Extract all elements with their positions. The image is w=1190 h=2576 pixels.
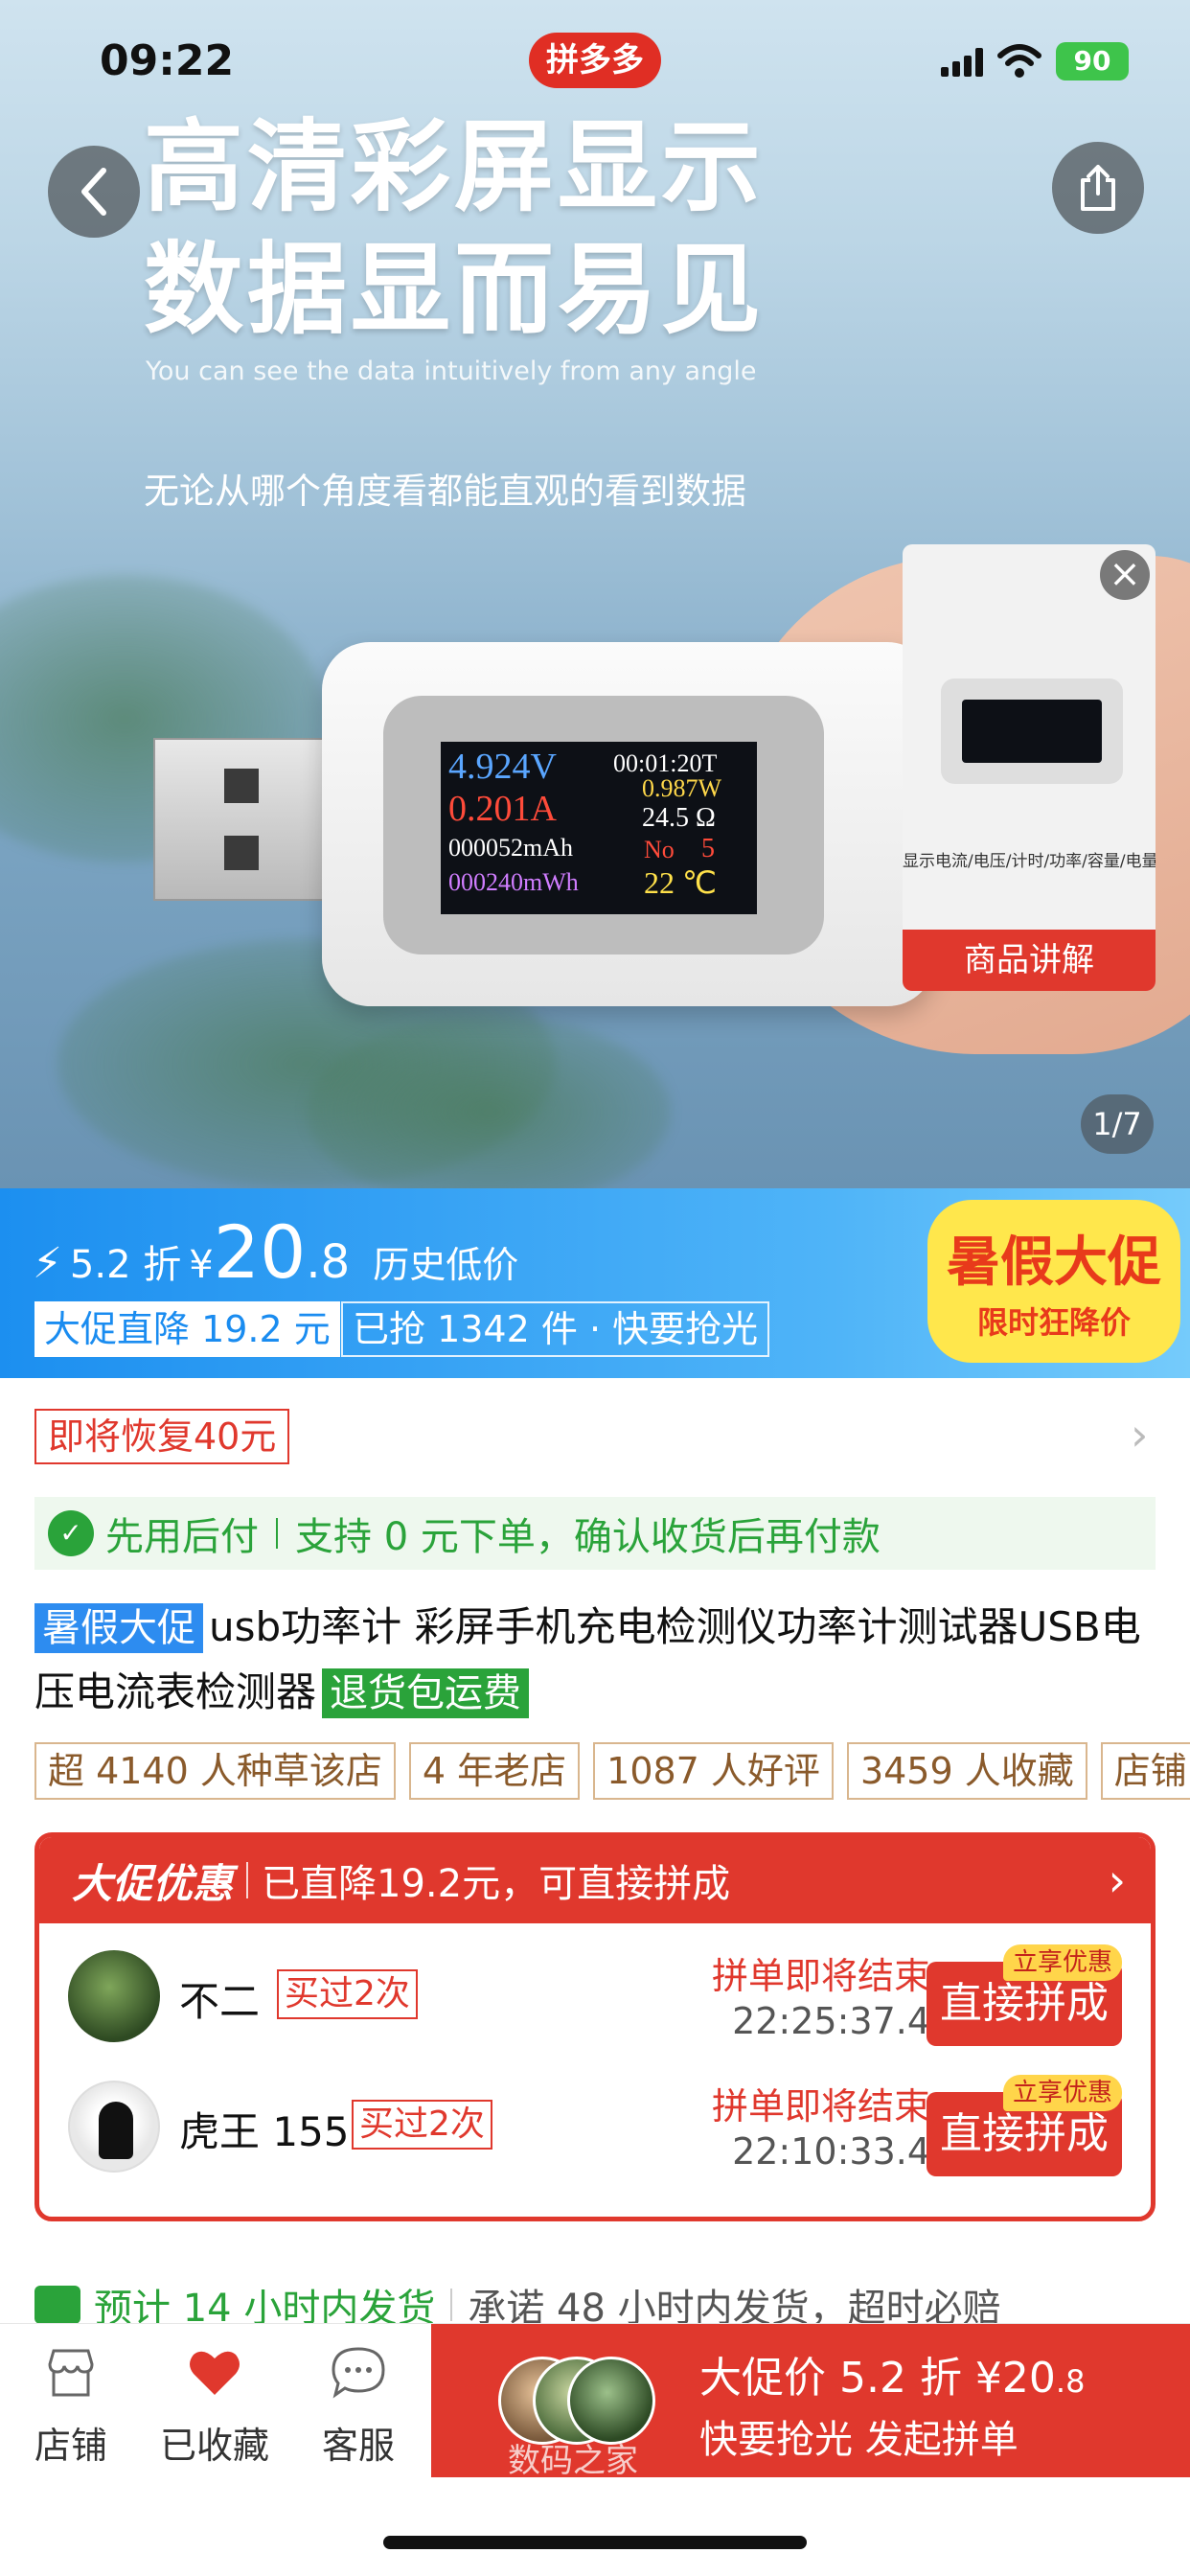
group-status: 拼单即将结束 — [711, 2085, 930, 2128]
group-buy-text: 已直降19.2元，可直接拼成 — [262, 1862, 731, 1906]
chevron-left-icon — [81, 168, 106, 216]
price-dec: .8 — [306, 1235, 351, 1289]
group-user-name: 不二 — [179, 1978, 261, 2025]
pay-later-text: 支持 0 元下单，确认收货后再付款 — [295, 1515, 881, 1559]
hero-subtitle-cn: 无论从哪个角度看都能直观的看到数据 — [144, 471, 746, 512]
service-button[interactable]: 客服 — [291, 2343, 425, 2469]
product-image-carousel[interactable]: 高清彩屏显示 数据显而易见 You can see the data intui… — [0, 0, 1190, 1188]
device-screen: 4.924V 00:01:20T 0.987W 0.201A 24.5 Ω 00… — [441, 742, 757, 914]
heart-icon — [190, 2351, 240, 2395]
promo-badge: 暑假大促 限时狂降价 — [927, 1200, 1180, 1363]
battery-icon: 90 — [1056, 42, 1129, 80]
chevron-right-icon[interactable]: › — [1131, 1409, 1148, 1460]
pay-later-icon: ✓ — [48, 1510, 94, 1556]
bought-tag: 买过2次 — [352, 2100, 492, 2150]
app-badge: 拼多多 — [529, 33, 661, 88]
favorite-label: 已收藏 — [159, 2425, 269, 2467]
home-indicator — [383, 2536, 807, 2549]
price-int: 20 — [213, 1209, 307, 1295]
store-chip[interactable]: 1087 人好评 — [593, 1742, 834, 1800]
store-chip[interactable]: 3459 人收藏 — [846, 1742, 1087, 1800]
status-icons: 90 — [941, 42, 1129, 80]
price-line: ⚡ 5.2 折 ¥ 20 .8 历史低价 — [33, 1209, 518, 1295]
video-caption: 显示电流/电压/计时/功率/容量/电量 — [903, 852, 1156, 871]
video-label[interactable]: 商品讲解 — [903, 930, 1156, 991]
title-promo-tag: 暑假大促 — [34, 1603, 203, 1653]
instant-discount-tag: 立享优惠 — [1002, 1944, 1122, 1981]
product-title: 暑假大促 usb功率计 彩屏手机充电检测仪功率计测试器USB电压电流表检测器 退货包… — [34, 1595, 1156, 1725]
store-chip[interactable]: 店铺 — [1100, 1742, 1190, 1800]
pay-later-title: 先用后付 — [105, 1515, 259, 1559]
return-shipping-tag: 退货包运费 — [322, 1668, 530, 1718]
group-countdown: 22:10:33.4 — [732, 2130, 930, 2173]
buy-price-line: 大促价 5.2 折 ¥20.8 — [699, 2354, 1086, 2403]
group-row: 不二 买过2次 拼单即将结束 22:25:37.4 直接拼成 立享优惠 — [39, 1933, 1151, 2058]
close-icon[interactable]: × — [1100, 550, 1150, 600]
back-button[interactable] — [48, 146, 140, 238]
store-chip[interactable]: 超 4140 人种草该店 — [34, 1742, 396, 1800]
chat-icon — [332, 2347, 385, 2399]
store-button[interactable]: 店铺 — [4, 2343, 138, 2469]
restore-price-tag: 即将恢复40元 — [34, 1409, 290, 1464]
promo-price-band: ⚡ 5.2 折 ¥ 20 .8 历史低价 大促直降 19.2 元 已抢 1342… — [0, 1188, 1190, 1378]
usb-plug-image — [153, 738, 345, 901]
group-row: 虎王 155 买过2次 拼单即将结束 22:10:33.4 直接拼成 立享优惠 — [39, 2063, 1151, 2188]
video-explainer-card[interactable]: 显示电流/电压/计时/功率/容量/电量 商品讲解 × — [903, 544, 1156, 991]
store-label: 店铺 — [34, 2425, 107, 2467]
status-time: 09:22 — [100, 36, 235, 85]
truck-icon — [34, 2286, 80, 2324]
usb-meter-image: 4.924V 00:01:20T 0.987W 0.201A 24.5 Ω 00… — [322, 642, 935, 1006]
currency: ¥ — [189, 1243, 214, 1287]
avatar — [68, 2081, 160, 2173]
image-counter: 1/7 — [1081, 1094, 1154, 1154]
signal-icon — [941, 46, 983, 77]
store-chips: 超 4140 人种草该店 4 年老店 1087 人好评 3459 人收藏 店铺 — [34, 1742, 1190, 1800]
buyer-avatars — [498, 2357, 655, 2445]
bought-tag: 买过2次 — [277, 1969, 418, 2019]
share-icon — [1081, 165, 1115, 211]
product-page: 高清彩屏显示 数据显而易见 You can see the data intui… — [0, 0, 1190, 2576]
group-status: 拼单即将结束 — [711, 1955, 930, 1997]
bolt-icon: ⚡ — [33, 1239, 62, 1288]
group-user-name: 虎王 155 — [179, 2108, 350, 2155]
instant-discount-tag: 立享优惠 — [1002, 2075, 1122, 2111]
group-buy-panel: 大促优惠 已直降19.2元，可直接拼成 › 不二 买过2次 拼单即将结束 22:… — [34, 1832, 1156, 2221]
store-chip[interactable]: 4 年老店 — [408, 1742, 581, 1800]
wifi-icon — [997, 44, 1041, 78]
drop-tag: 大促直降 19.2 元 — [34, 1301, 340, 1357]
store-icon — [48, 2349, 94, 2397]
favorite-button[interactable]: 已收藏 — [148, 2343, 282, 2469]
avatar — [68, 1950, 160, 2042]
share-button[interactable] — [1052, 142, 1144, 234]
hero-title: 高清彩屏显示 数据显而易见 — [144, 108, 766, 348]
group-buy-header[interactable]: 大促优惠 已直降19.2元，可直接拼成 › — [39, 1837, 1151, 1923]
chevron-right-icon[interactable]: › — [1109, 1854, 1126, 1906]
group-countdown: 22:25:37.4 — [732, 2000, 930, 2042]
group-buy-title: 大促优惠 — [72, 1859, 234, 1907]
buy-action-text: 快要抢光 发起拼单 — [699, 2418, 1018, 2462]
service-label: 客服 — [321, 2425, 395, 2467]
sold-tag: 已抢 1342 件 · 快要抢光 — [341, 1301, 770, 1357]
watermark: 数码之家 MYDIGIT.NET — [508, 2442, 649, 2499]
history-low: 历史低价 — [373, 1244, 519, 1286]
pay-later-banner[interactable]: ✓ 先用后付 支持 0 元下单，确认收货后再付款 — [34, 1497, 1156, 1570]
discount: 5.2 折 — [69, 1243, 182, 1287]
hero-subtitle-en: You can see the data intuitively from an… — [146, 356, 757, 386]
